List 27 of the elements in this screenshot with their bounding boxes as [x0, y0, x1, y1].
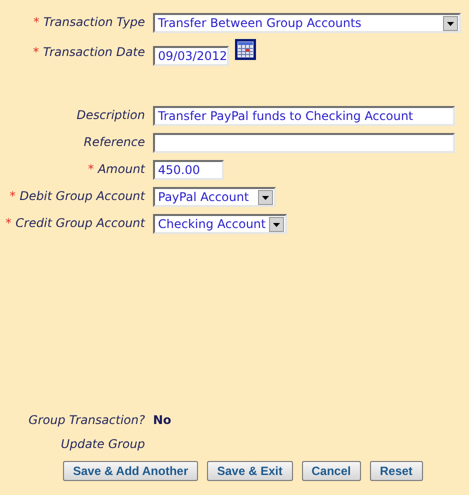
required-mark: * — [88, 162, 94, 176]
select-field[interactable]: Checking Account — [153, 214, 287, 234]
field-label: Transaction Type — [43, 15, 145, 29]
input-field[interactable]: Transfer PayPal funds to Checking Account — [153, 106, 455, 126]
field-label: Amount — [98, 162, 145, 176]
required-mark: * — [10, 189, 16, 203]
field-label: Reference — [84, 135, 145, 149]
field-label: Credit Group Account — [16, 216, 145, 230]
form-button[interactable]: Reset — [370, 461, 423, 481]
select-field[interactable]: PayPal Account — [153, 187, 276, 207]
required-mark: * — [6, 216, 12, 230]
field-value: No — [153, 413, 172, 427]
field-label: Description — [76, 108, 145, 122]
input-field[interactable] — [153, 133, 455, 153]
required-mark: * — [33, 45, 40, 59]
calendar-icon[interactable] — [235, 39, 256, 60]
field-label: Update Group — [60, 437, 145, 451]
form-button[interactable]: Cancel — [302, 461, 361, 481]
input-field[interactable]: 450.00 — [153, 160, 224, 180]
form-button[interactable]: Save & Exit — [207, 461, 292, 481]
select-field[interactable]: Transfer Between Group Accounts — [153, 13, 461, 33]
field-label: Transaction Date — [43, 45, 145, 59]
required-mark: * — [33, 15, 40, 29]
form-button[interactable]: Save & Add Another — [63, 461, 198, 481]
field-label: Group Transaction? — [28, 413, 145, 427]
date-field[interactable]: 09/03/2012 — [153, 46, 229, 66]
field-label: Debit Group Account — [20, 189, 145, 203]
